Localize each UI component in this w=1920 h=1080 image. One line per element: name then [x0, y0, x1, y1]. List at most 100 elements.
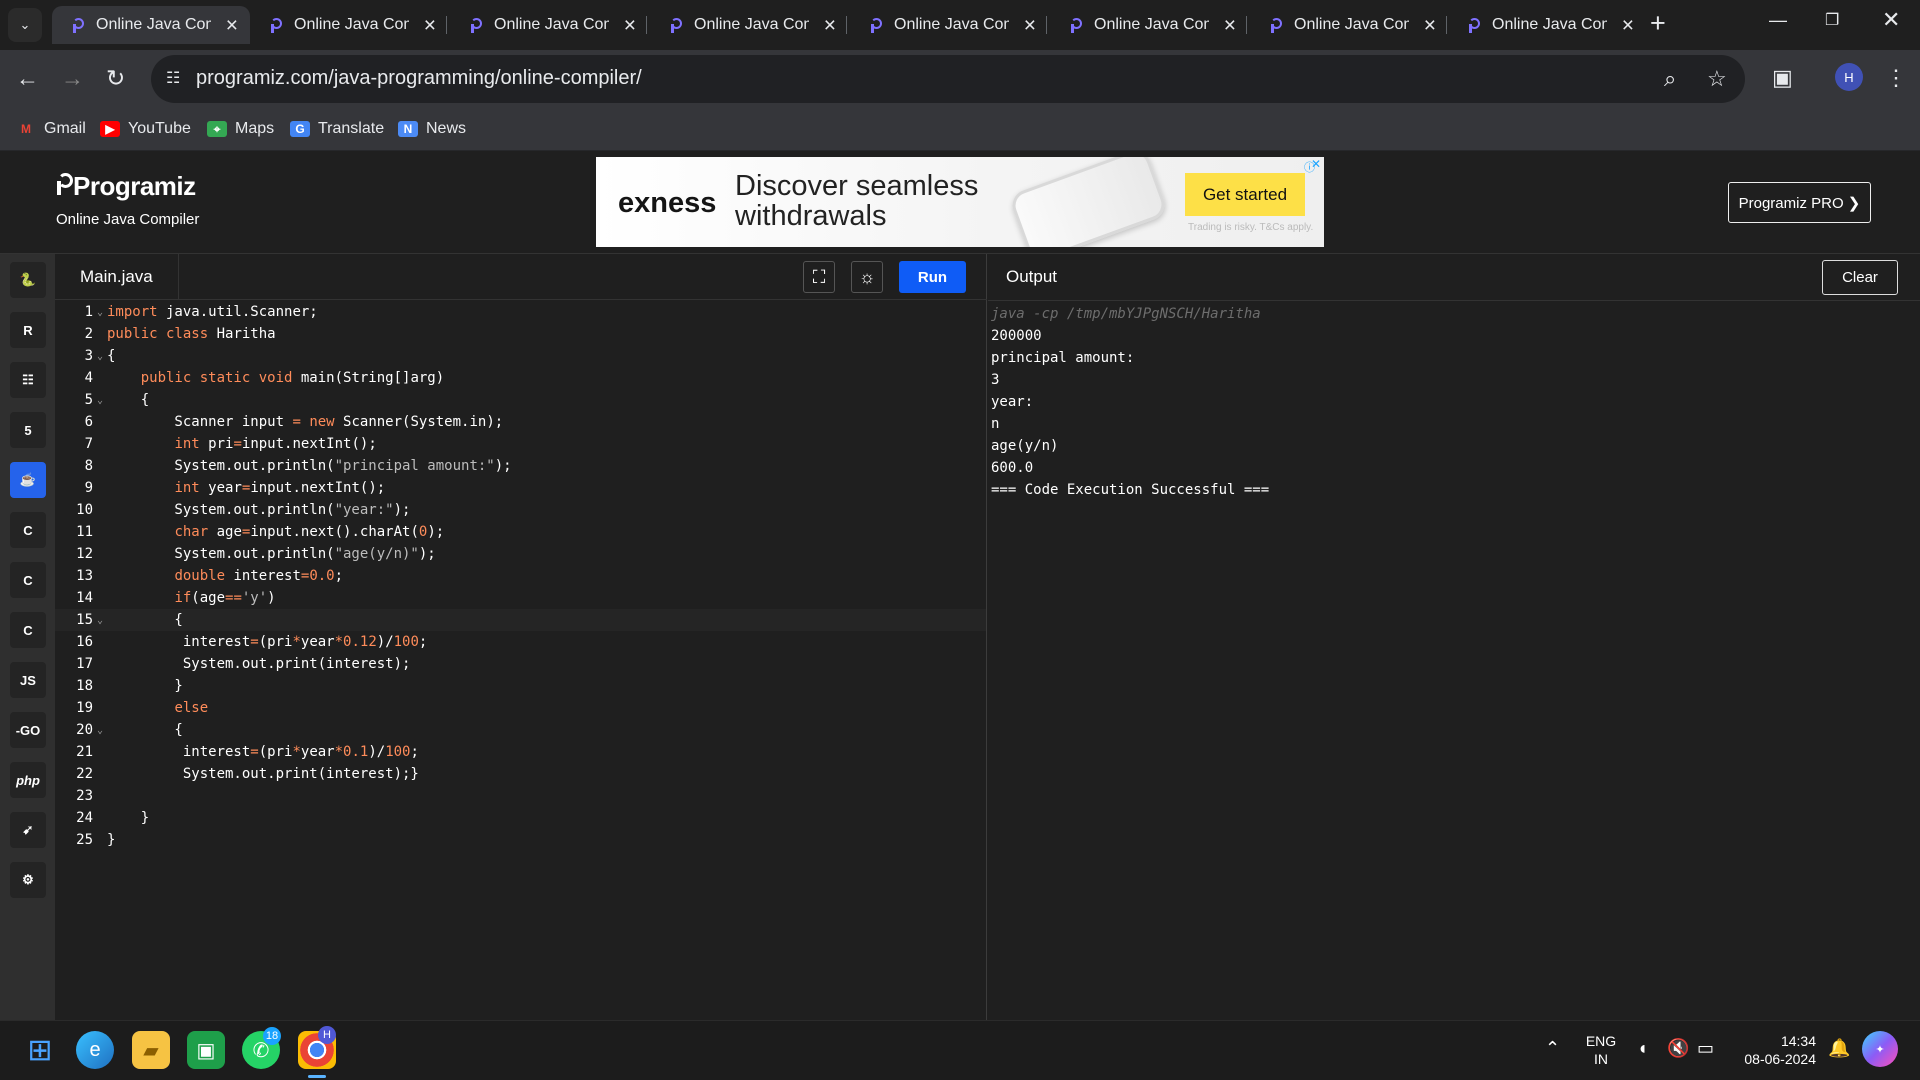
speaker-muted-icon[interactable]: 🔇 — [1667, 1038, 1689, 1059]
rust-icon[interactable]: ⚙ — [10, 862, 46, 898]
restore-icon[interactable]: ❐ — [1825, 10, 1839, 30]
tab-online-java-compiler-1[interactable]: Online Java Compi × — [52, 6, 250, 44]
tab-online-java-compiler-5[interactable]: Online Java Compi × — [850, 6, 1048, 44]
url-text[interactable]: programiz.com/java-programming/online-co… — [196, 67, 642, 90]
input-language[interactable]: ENG IN — [1584, 1032, 1618, 1068]
code-line-23[interactable]: 23 — [55, 785, 986, 807]
code-line-9[interactable]: 9 int year=input.nextInt(); — [55, 477, 986, 499]
code-line-22[interactable]: 22 System.out.print(interest);} — [55, 763, 986, 785]
theme-toggle-sun-icon[interactable]: ☼ — [851, 261, 883, 293]
forward-arrow-icon[interactable]: → — [61, 65, 84, 92]
code-line-14[interactable]: 14 if(age=='y') — [55, 587, 986, 609]
site-settings-icon[interactable]: ☷ — [166, 68, 180, 88]
code-line-7[interactable]: 7 int pri=input.nextInt(); — [55, 433, 986, 455]
wifi-icon[interactable]: ◖ — [1637, 1038, 1648, 1059]
code-line-24[interactable]: 24 } — [55, 807, 986, 829]
csharp-icon[interactable]: C — [10, 612, 46, 648]
clear-button[interactable]: Clear — [1822, 260, 1898, 295]
code-line-16[interactable]: 16 interest=(pri*year*0.12)/100; — [55, 631, 986, 653]
copilot-icon[interactable]: ✦ — [1862, 1031, 1898, 1067]
edge-icon[interactable]: e — [76, 1031, 114, 1069]
windows-start-icon[interactable]: ⊞ — [21, 1031, 59, 1069]
tab-online-java-compiler-6[interactable]: Online Java Compi × — [1050, 6, 1248, 44]
run-button[interactable]: Run — [899, 261, 966, 293]
minimize-icon[interactable]: — — [1769, 10, 1787, 31]
code-line-25[interactable]: 25} — [55, 829, 986, 851]
programiz-logo[interactable]: Programiz — [57, 171, 196, 202]
go-icon[interactable]: -GO — [10, 712, 46, 748]
file-explorer-icon[interactable]: ▰ — [132, 1031, 170, 1069]
back-arrow-icon[interactable]: ← — [16, 65, 39, 92]
ad-close-icon[interactable]: ✕ — [1311, 157, 1324, 171]
code-line-13[interactable]: 13 double interest=0.0; — [55, 565, 986, 587]
code-line-5[interactable]: 5 ⌄ { — [55, 389, 986, 411]
code-line-1[interactable]: 1 ⌄ import java.util.Scanner; — [55, 301, 986, 323]
bookmark-star-icon[interactable]: ☆ — [1707, 66, 1727, 92]
tab-online-java-compiler-4[interactable]: Online Java Compi × — [650, 6, 848, 44]
c-icon[interactable]: C — [10, 512, 46, 548]
notifications-bell-icon[interactable]: 🔔 — [1828, 1038, 1850, 1059]
code-editor[interactable]: 1 ⌄ import java.util.Scanner; 2 public clas… — [55, 301, 987, 1020]
extensions-icon[interactable]: ▣ — [1772, 65, 1793, 91]
close-tab-icon[interactable]: × — [424, 14, 436, 38]
close-window-icon[interactable]: ✕ — [1882, 7, 1900, 33]
code-line-17[interactable]: 17 System.out.print(interest); — [55, 653, 986, 675]
tab-online-java-compiler-8[interactable]: Online Java Compi × — [1448, 6, 1646, 44]
battery-icon[interactable]: ▭ — [1697, 1038, 1714, 1059]
bookmark-maps[interactable]: ⌖ Maps — [207, 116, 274, 142]
close-tab-icon[interactable]: × — [624, 14, 636, 38]
new-tab-plus-icon[interactable]: + — [1650, 8, 1666, 39]
bookmark-news[interactable]: N News — [398, 116, 466, 142]
cpp-icon[interactable]: C — [10, 562, 46, 598]
advertisement[interactable]: exness Discover seamless withdrawals Get… — [596, 157, 1324, 247]
python-icon[interactable]: 🐍 — [10, 262, 46, 298]
code-line-4[interactable]: 4 public static void main(String[]arg) — [55, 367, 986, 389]
show-hidden-icons-chevron-icon[interactable]: ⌃ — [1545, 1038, 1560, 1059]
file-tab-main-java[interactable]: Main.java — [55, 254, 179, 300]
code-line-3[interactable]: 3 ⌄{ — [55, 345, 986, 367]
close-tab-icon[interactable]: × — [1622, 14, 1634, 38]
code-line-21[interactable]: 21 interest=(pri*year*0.1)/100; — [55, 741, 986, 763]
swift-icon[interactable]: ➹ — [10, 812, 46, 848]
close-tab-icon[interactable]: × — [1024, 14, 1036, 38]
address-bar[interactable]: ☷ programiz.com/java-programming/online-… — [151, 55, 1745, 103]
output-success-line: === Code Execution Successful === — [991, 482, 1270, 498]
code-line-10[interactable]: 10 System.out.println("year:"); — [55, 499, 986, 521]
ad-get-started-button[interactable]: Get started — [1185, 173, 1305, 216]
profile-avatar[interactable]: H — [1835, 63, 1863, 91]
code-line-15[interactable]: 15 ⌄ { — [55, 609, 986, 631]
javascript-icon[interactable]: JS — [10, 662, 46, 698]
tab-online-java-compiler-2[interactable]: Online Java Compi × — [250, 6, 448, 44]
close-tab-icon[interactable]: × — [824, 14, 836, 38]
code-line-2[interactable]: 2 public class Haritha — [55, 323, 986, 345]
code-line-11[interactable]: 11 char age=input.next().charAt(0); — [55, 521, 986, 543]
zoom-icon[interactable]: ⌕ — [1664, 66, 1676, 92]
tab-online-java-compiler-3[interactable]: Online Java Compi × — [450, 6, 648, 44]
code-line-18[interactable]: 18 } — [55, 675, 986, 697]
tab-online-java-compiler-7[interactable]: Online Java Compi × — [1250, 6, 1448, 44]
programiz-pro-button[interactable]: Programiz PRO ❯ — [1728, 182, 1871, 223]
code-line-20[interactable]: 20 ⌄ { — [55, 719, 986, 741]
code-line-12[interactable]: 12 System.out.println("age(y/n)"); — [55, 543, 986, 565]
html-icon[interactable]: 5 — [10, 412, 46, 448]
reload-icon[interactable]: ↻ — [106, 65, 125, 92]
sql-icon[interactable]: ☷ — [10, 362, 46, 398]
clock[interactable]: 14:34 08-06-2024 — [1728, 1032, 1816, 1068]
java-icon[interactable]: ☕ — [10, 462, 46, 498]
output-console[interactable]: java -cp /tmp/mbYJPgNSCH/Haritha 200000 … — [991, 303, 1891, 501]
close-tab-icon[interactable]: × — [1224, 14, 1236, 38]
classroom-icon[interactable]: ▣ — [187, 1031, 225, 1069]
fullscreen-icon[interactable]: ⛶ — [803, 261, 835, 293]
close-tab-icon[interactable]: × — [226, 14, 238, 38]
code-line-8[interactable]: 8 System.out.println("principal amount:"… — [55, 455, 986, 477]
tab-search-button[interactable]: ⌄ — [8, 8, 42, 42]
bookmark-gmail[interactable]: M Gmail — [16, 116, 86, 142]
close-tab-icon[interactable]: × — [1424, 14, 1436, 38]
bookmark-translate[interactable]: G Translate — [290, 116, 384, 142]
r-icon[interactable]: R — [10, 312, 46, 348]
code-line-6[interactable]: 6 Scanner input = new Scanner(System.in)… — [55, 411, 986, 433]
bookmark-youtube[interactable]: ▶ YouTube — [100, 116, 191, 142]
php-icon[interactable]: php — [10, 762, 46, 798]
code-line-19[interactable]: 19 else — [55, 697, 986, 719]
browser-menu-icon[interactable]: ⋮ — [1885, 65, 1907, 91]
